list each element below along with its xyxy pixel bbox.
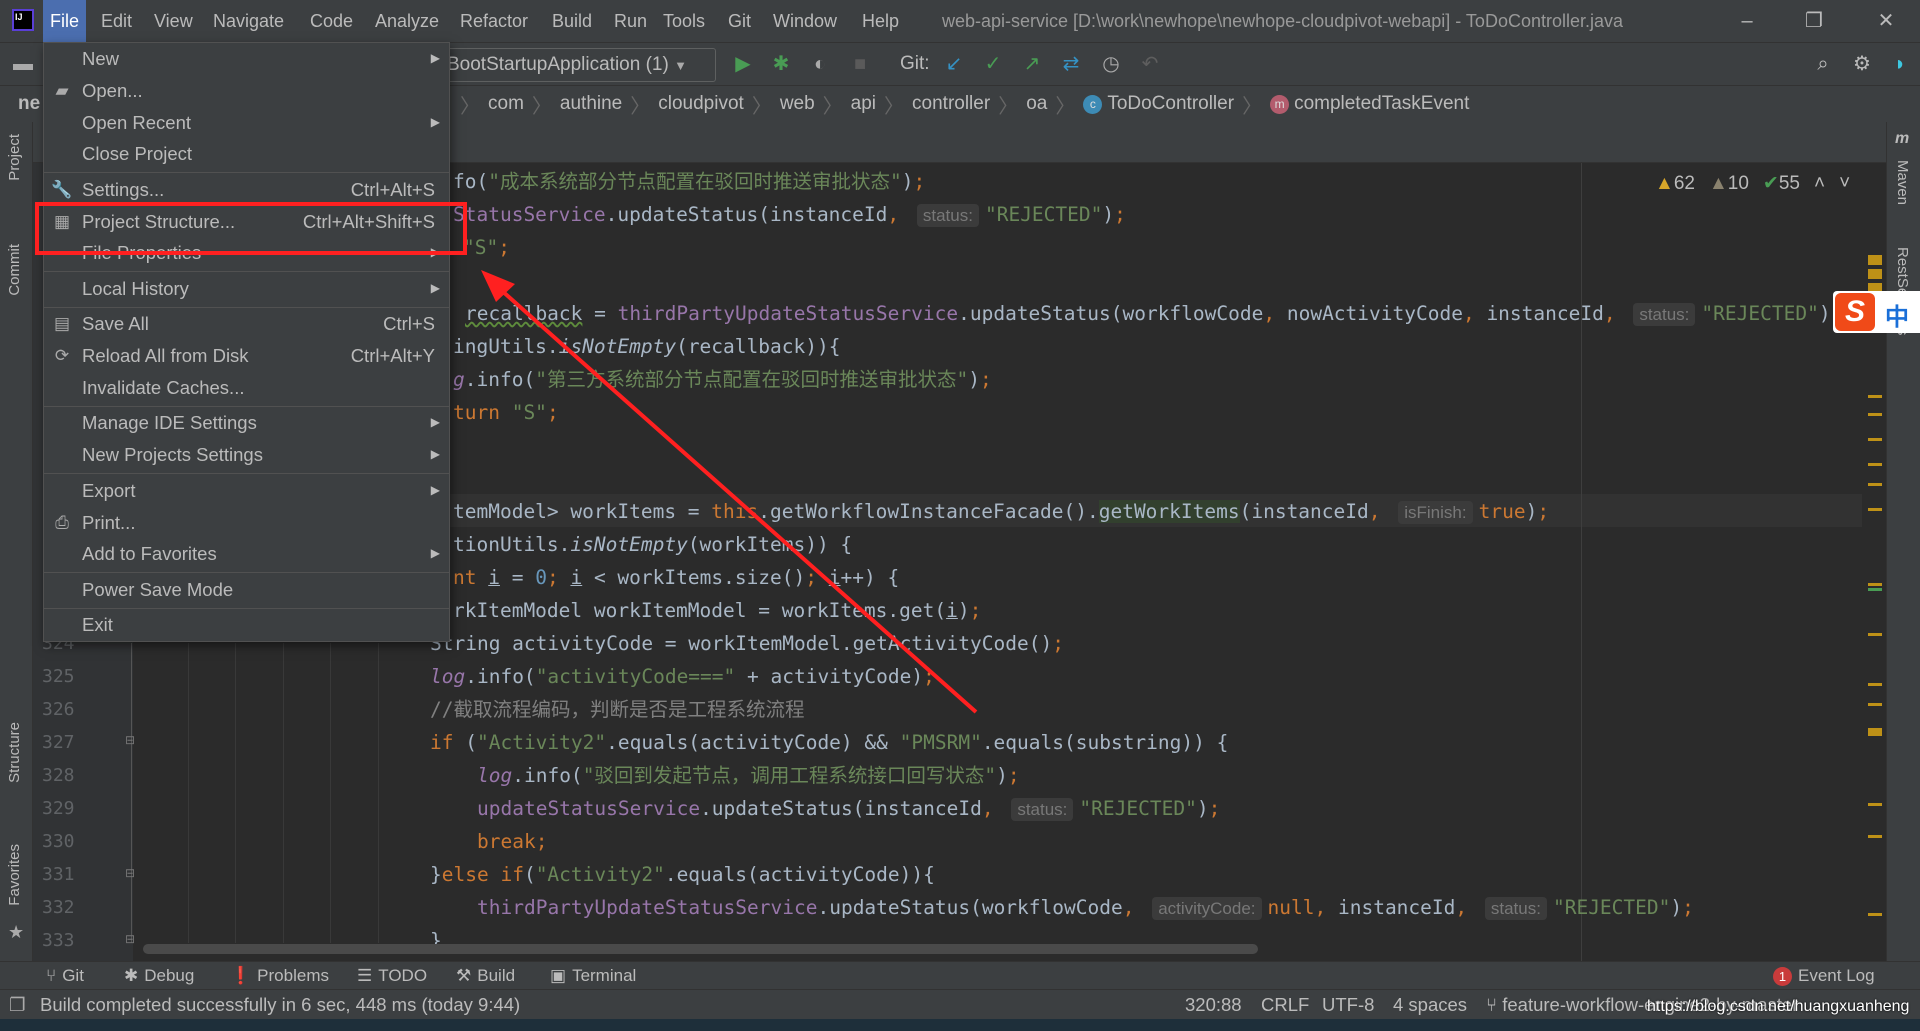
status-message[interactable]: Build completed successfully in 6 sec, 4… bbox=[40, 990, 520, 1019]
status-bar: ❐ Build completed successfully in 6 sec,… bbox=[0, 989, 1920, 1019]
file-encoding[interactable]: UTF-8 bbox=[1322, 990, 1374, 1019]
tool-git[interactable]: ⑂ Git bbox=[46, 966, 84, 986]
ime-mode[interactable]: 中 bbox=[1885, 297, 1909, 332]
line-separator[interactable]: CRLF bbox=[1261, 990, 1309, 1019]
list-icon: ☰ bbox=[357, 966, 373, 985]
tool-debug[interactable]: ✱ Debug bbox=[124, 966, 194, 986]
caret-position[interactable]: 320:88 bbox=[1185, 990, 1242, 1019]
hammer-icon: ⚒ bbox=[456, 966, 472, 985]
toggle-tool-windows-icon[interactable]: ❐ bbox=[9, 990, 26, 1019]
git-branch-icon: ⑂ bbox=[1486, 994, 1503, 1015]
sogou-logo-icon: S bbox=[1835, 293, 1875, 331]
watermark: https://blog.csdn.net/huangxuanheng bbox=[1647, 998, 1910, 1015]
tool-todo[interactable]: ☰ TODO bbox=[357, 966, 427, 986]
event-count-badge: 1 bbox=[1773, 966, 1792, 986]
problems-icon: ❗ bbox=[230, 966, 252, 985]
annotation-overlay bbox=[35, 202, 978, 714]
ime-widget[interactable]: S 中 bbox=[1833, 291, 1920, 333]
annotation-arrow bbox=[490, 280, 978, 714]
tool-terminal[interactable]: ▣ Terminal bbox=[550, 966, 636, 986]
event-log[interactable]: 1 Event Log bbox=[1773, 966, 1875, 986]
bug-icon: ✱ bbox=[124, 966, 139, 985]
annotation-box bbox=[35, 202, 467, 255]
tool-window-bar: ⑂ Git ✱ Debug ❗ Problems ☰ TODO ⚒ Build ▣ Term… bbox=[0, 961, 1920, 989]
tool-problems[interactable]: ❗ Problems bbox=[230, 966, 329, 986]
indent-setting[interactable]: 4 spaces bbox=[1393, 990, 1467, 1019]
git-branch-icon: ⑂ bbox=[46, 966, 57, 985]
tool-build[interactable]: ⚒ Build bbox=[456, 966, 515, 986]
terminal-icon: ▣ bbox=[550, 966, 567, 985]
os-taskbar bbox=[0, 1019, 1920, 1031]
